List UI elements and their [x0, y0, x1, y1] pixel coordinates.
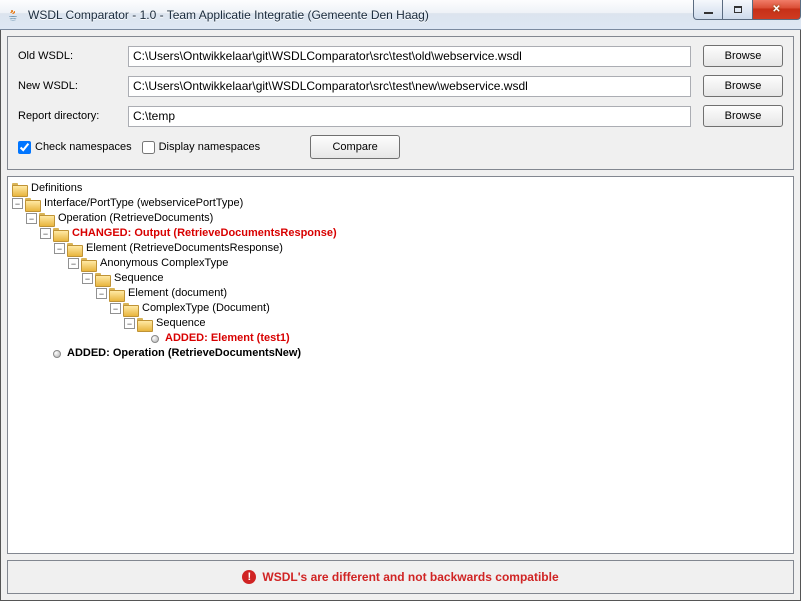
- tree-node[interactable]: − Operation (RetrieveDocuments): [12, 211, 789, 226]
- collapse-icon[interactable]: −: [12, 198, 23, 209]
- tree-node[interactable]: − Sequence: [12, 271, 789, 286]
- collapse-icon[interactable]: −: [124, 318, 135, 329]
- tree-label: Interface/PortType (webservicePortType): [44, 196, 243, 211]
- tree-label: Sequence: [114, 271, 164, 286]
- report-dir-input[interactable]: [128, 106, 691, 127]
- tree-node[interactable]: − Element (document): [12, 286, 789, 301]
- window-title: WSDL Comparator - 1.0 - Team Applicatie …: [28, 8, 693, 22]
- old-wsdl-input[interactable]: [128, 46, 691, 67]
- check-namespaces-label: Check namespaces: [35, 141, 132, 153]
- folder-icon: [81, 258, 95, 270]
- tree-label: ADDED: Operation (RetrieveDocumentsNew): [67, 346, 301, 361]
- tree-label: Operation (RetrieveDocuments): [58, 211, 213, 226]
- collapse-icon[interactable]: −: [40, 228, 51, 239]
- minimize-button[interactable]: [693, 0, 723, 20]
- tree-node[interactable]: − Anonymous ComplexType: [12, 256, 789, 271]
- folder-icon: [53, 228, 67, 240]
- tree-label: Definitions: [31, 181, 82, 196]
- display-namespaces-checkbox[interactable]: [142, 141, 155, 154]
- tree-label: Element (document): [128, 286, 227, 301]
- browse-new-button[interactable]: Browse: [703, 75, 783, 97]
- tree-node[interactable]: − CHANGED: Output (RetrieveDocumentsRespo…: [12, 226, 789, 241]
- tree-node[interactable]: ADDED: Operation (RetrieveDocumentsNew): [12, 346, 789, 361]
- collapse-icon[interactable]: −: [110, 303, 121, 314]
- close-button[interactable]: ✕: [753, 0, 801, 20]
- tree-node[interactable]: ADDED: Element (test1): [12, 331, 789, 346]
- status-panel: ! WSDL's are different and not backwards…: [7, 560, 794, 594]
- folder-icon: [123, 303, 137, 315]
- bullet-icon: [53, 350, 61, 358]
- folder-icon: [95, 273, 109, 285]
- collapse-icon[interactable]: −: [54, 243, 65, 254]
- result-tree[interactable]: Definitions −Interface/PortType (webserv…: [7, 176, 794, 554]
- browse-old-button[interactable]: Browse: [703, 45, 783, 67]
- tree-label: ComplexType (Document): [142, 301, 270, 316]
- new-wsdl-label: New WSDL:: [18, 80, 128, 92]
- input-panel: Old WSDL: Browse New WSDL: Browse Report…: [7, 36, 794, 170]
- folder-icon: [39, 213, 53, 225]
- folder-icon: [67, 243, 81, 255]
- collapse-icon[interactable]: −: [96, 288, 107, 299]
- java-icon: [6, 7, 22, 23]
- collapse-icon[interactable]: −: [68, 258, 79, 269]
- check-namespaces-checkbox[interactable]: [18, 141, 31, 154]
- folder-icon: [109, 288, 123, 300]
- tree-label: Sequence: [156, 316, 206, 331]
- folder-icon: [137, 318, 151, 330]
- maximize-button[interactable]: [723, 0, 753, 20]
- tree-label: CHANGED: Output (RetrieveDocumentsRespon…: [72, 226, 337, 241]
- tree-label: Anonymous ComplexType: [100, 256, 228, 271]
- new-wsdl-input[interactable]: [128, 76, 691, 97]
- collapse-icon[interactable]: −: [26, 213, 37, 224]
- collapse-icon[interactable]: −: [82, 273, 93, 284]
- old-wsdl-label: Old WSDL:: [18, 50, 128, 62]
- tree-label: Element (RetrieveDocumentsResponse): [86, 241, 283, 256]
- tree-node[interactable]: − Element (RetrieveDocumentsResponse): [12, 241, 789, 256]
- titlebar[interactable]: WSDL Comparator - 1.0 - Team Applicatie …: [0, 0, 801, 30]
- status-text: WSDL's are different and not backwards c…: [262, 570, 558, 584]
- bullet-icon: [151, 335, 159, 343]
- display-namespaces-label: Display namespaces: [159, 141, 261, 153]
- folder-icon: [25, 198, 39, 210]
- browse-report-button[interactable]: Browse: [703, 105, 783, 127]
- tree-node[interactable]: Definitions: [12, 181, 789, 196]
- error-icon: !: [242, 570, 256, 584]
- tree-node[interactable]: − Interface/PortType (webservicePortType): [12, 196, 789, 211]
- tree-node[interactable]: − ComplexType (Document): [12, 301, 789, 316]
- tree-label: ADDED: Element (test1): [165, 331, 290, 346]
- folder-icon: [12, 183, 26, 195]
- compare-button[interactable]: Compare: [310, 135, 400, 159]
- tree-node[interactable]: − Sequence: [12, 316, 789, 331]
- report-dir-label: Report directory:: [18, 110, 128, 122]
